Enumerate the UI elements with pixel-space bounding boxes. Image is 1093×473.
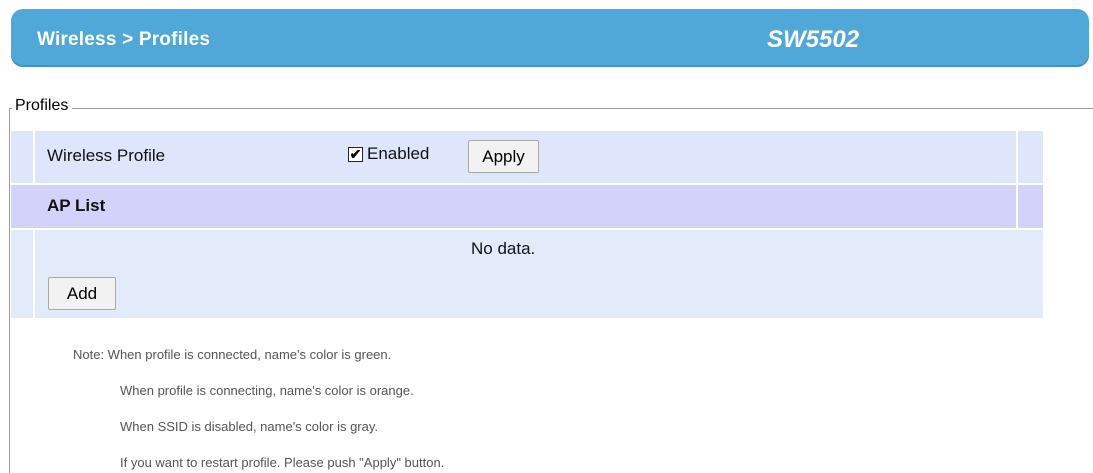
- header-bar: Wireless > Profiles SW5502: [11, 9, 1089, 67]
- no-data-message: No data.: [471, 239, 536, 258]
- page-title: Wireless > Profiles: [37, 29, 211, 50]
- note-line: Note: When profile is connected, name's …: [73, 347, 392, 362]
- column-divider: [1016, 131, 1018, 183]
- note-line: When profile is connecting, name's color…: [120, 383, 414, 398]
- enabled-checkbox[interactable]: ✔: [348, 146, 363, 162]
- enabled-label[interactable]: Enabled: [367, 144, 429, 164]
- column-divider: [33, 230, 35, 318]
- add-button[interactable]: Add: [48, 277, 116, 310]
- column-divider: [33, 131, 35, 183]
- enabled-checkbox-group[interactable]: ✔ Enabled: [348, 144, 429, 164]
- ap-list-heading: AP List: [47, 196, 106, 215]
- wireless-profile-label: Wireless Profile: [47, 146, 166, 165]
- profiles-legend: Profiles: [12, 97, 73, 115]
- ap-list-header-row: AP List: [11, 185, 1043, 228]
- device-model: SW5502: [767, 26, 860, 53]
- ap-list-data-row: No data. Add: [11, 230, 1043, 318]
- note-line: If you want to restart profile. Please p…: [120, 455, 445, 470]
- page: Wireless > Profiles SW5502 Profiles Wire…: [0, 0, 1093, 473]
- apply-button[interactable]: Apply: [468, 140, 539, 173]
- wireless-profile-row: Wireless Profile ✔ Enabled Apply: [11, 131, 1043, 183]
- note-line: When SSID is disabled, name's color is g…: [120, 419, 379, 434]
- column-divider: [1016, 185, 1018, 228]
